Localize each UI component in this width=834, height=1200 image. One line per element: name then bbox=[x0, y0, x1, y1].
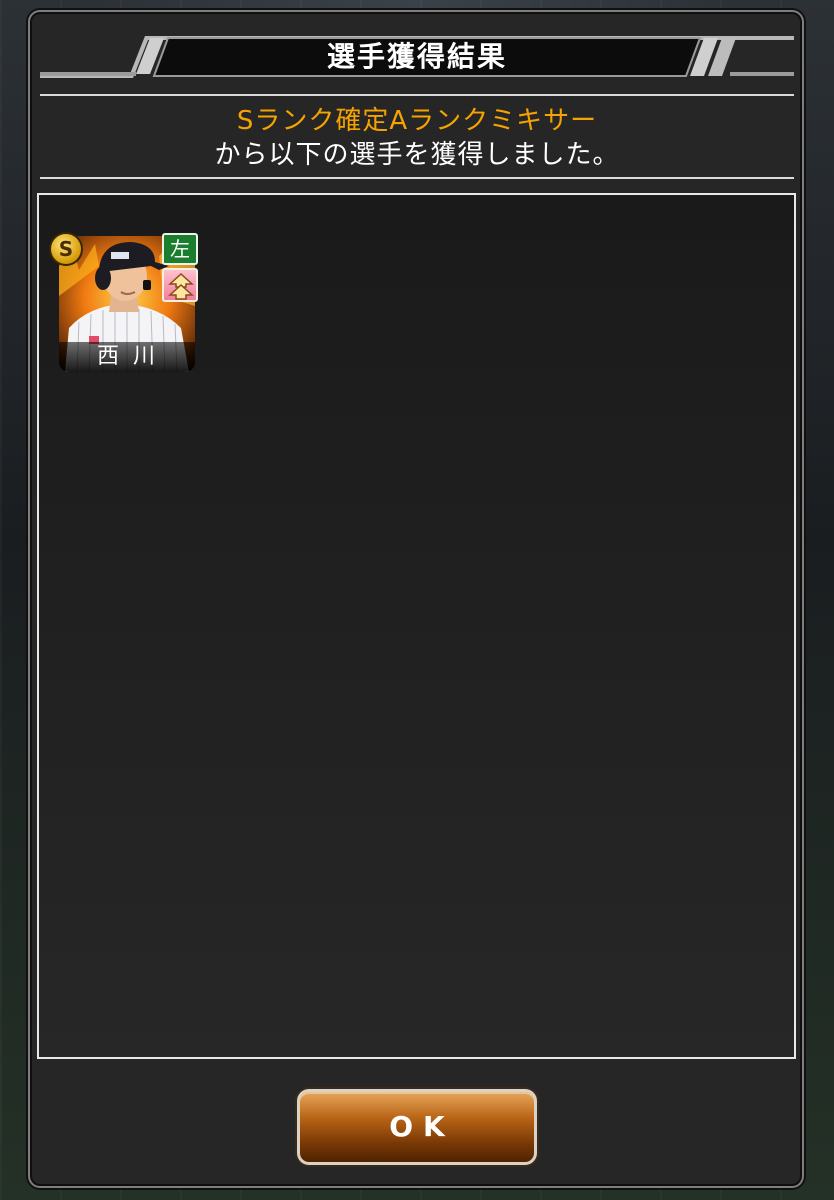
dialog-title: 選手獲得結果 bbox=[326, 40, 507, 73]
mixer-name: Sランク確定Aランクミキサー bbox=[236, 106, 598, 136]
divider-top bbox=[40, 94, 794, 96]
title-banner: 選手獲得結果 bbox=[40, 34, 794, 80]
result-message: から以下の選手を獲得しました。 bbox=[214, 140, 620, 170]
ok-button[interactable]: OK bbox=[297, 1089, 537, 1165]
player-name: 西川 bbox=[59, 342, 195, 372]
batting-hand-badge: 左 bbox=[162, 233, 198, 265]
double-up-arrow-icon bbox=[162, 268, 198, 302]
rank-s-badge: S bbox=[49, 232, 83, 266]
divider-bottom bbox=[40, 177, 794, 179]
